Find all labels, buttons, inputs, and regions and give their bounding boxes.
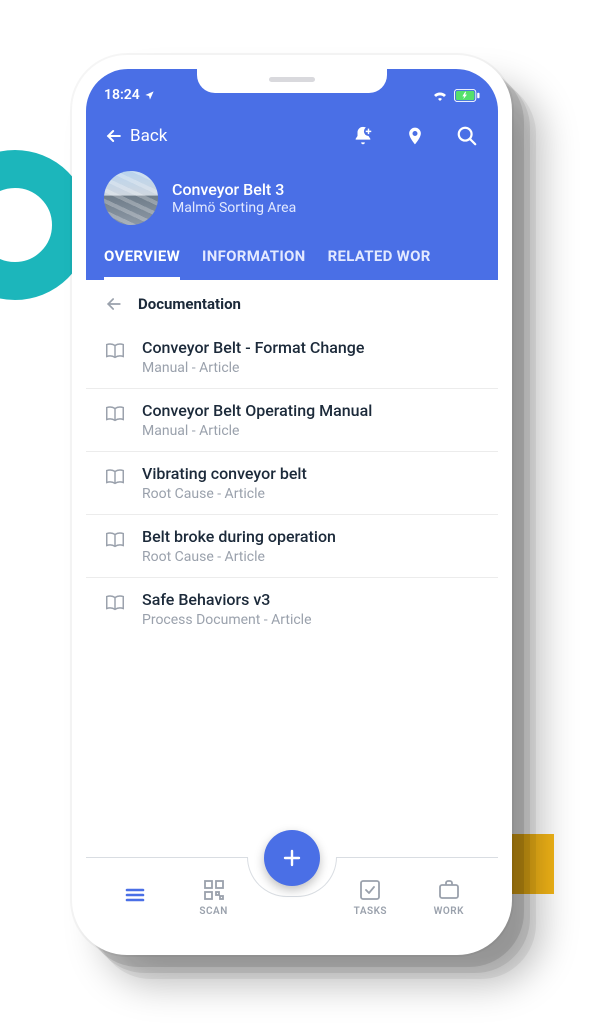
item-title: Belt broke during operation (142, 527, 336, 546)
location-arrow-icon (144, 90, 155, 101)
list-item[interactable]: Belt broke during operation Root Cause -… (86, 515, 498, 578)
app-header: 18:24 (86, 69, 498, 280)
tab-bar: OVERVIEW INFORMATION RELATED WOR (104, 247, 480, 280)
item-title: Conveyor Belt Operating Manual (142, 401, 372, 420)
status-time: 18:24 (104, 87, 140, 103)
nav-work-button[interactable]: WORK (419, 877, 479, 917)
phone-frame: 18:24 (72, 55, 512, 955)
qr-scan-icon (201, 877, 227, 903)
list-item[interactable]: Vibrating conveyor belt Root Cause - Art… (86, 452, 498, 515)
item-subtitle: Manual - Article (142, 423, 372, 439)
location-pin-icon (405, 124, 425, 148)
arrow-left-icon (104, 294, 124, 314)
content-area: Documentation Conveyor Belt - Format Cha… (86, 280, 498, 857)
item-subtitle: Manual - Article (142, 360, 364, 376)
item-title: Safe Behaviors v3 (142, 590, 312, 609)
item-title: Vibrating conveyor belt (142, 464, 307, 483)
phone-notch (197, 69, 387, 93)
nav-label: SCAN (199, 906, 227, 917)
tasks-check-icon (357, 877, 383, 903)
location-button[interactable] (402, 123, 428, 149)
battery-icon (454, 89, 480, 102)
nav-label: TASKS (354, 906, 387, 917)
asset-header[interactable]: Conveyor Belt 3 Malmö Sorting Area (104, 171, 480, 225)
book-icon (104, 403, 126, 425)
bottom-nav: SCAN TASKS WORK (86, 857, 498, 941)
list-item[interactable]: Conveyor Belt Operating Manual Manual - … (86, 389, 498, 452)
search-button[interactable] (454, 123, 480, 149)
tab-related-work[interactable]: RELATED WOR (328, 247, 431, 280)
book-icon (104, 466, 126, 488)
tab-overview[interactable]: OVERVIEW (104, 247, 180, 280)
bell-plus-icon (352, 125, 374, 147)
list-item[interactable]: Conveyor Belt - Format Change Manual - A… (86, 326, 498, 389)
screen: 18:24 (86, 69, 498, 941)
notifications-button[interactable] (350, 123, 376, 149)
section-title: Documentation (138, 295, 241, 313)
plus-icon (280, 846, 304, 870)
hamburger-icon (122, 882, 148, 908)
search-icon (456, 125, 478, 147)
item-subtitle: Root Cause - Article (142, 486, 307, 502)
book-icon (104, 592, 126, 614)
asset-title: Conveyor Belt 3 (172, 180, 296, 199)
nav-menu-button[interactable] (105, 882, 165, 911)
section-back-button[interactable] (104, 294, 124, 314)
briefcase-icon (436, 877, 462, 903)
book-icon (104, 529, 126, 551)
document-list: Conveyor Belt - Format Change Manual - A… (86, 326, 498, 640)
nav-scan-button[interactable]: SCAN (184, 877, 244, 917)
asset-subtitle: Malmö Sorting Area (172, 200, 296, 216)
tab-information[interactable]: INFORMATION (202, 247, 306, 280)
nav-label: WORK (434, 906, 464, 917)
list-item[interactable]: Safe Behaviors v3 Process Document - Art… (86, 578, 498, 640)
item-subtitle: Process Document - Article (142, 612, 312, 628)
nav-tasks-button[interactable]: TASKS (340, 877, 400, 917)
wifi-icon (432, 89, 448, 101)
back-button[interactable]: Back (104, 126, 167, 146)
item-title: Conveyor Belt - Format Change (142, 338, 364, 357)
item-subtitle: Root Cause - Article (142, 549, 336, 565)
back-label: Back (130, 126, 167, 146)
fab-add-button[interactable] (264, 830, 320, 886)
book-icon (104, 340, 126, 362)
back-arrow-icon (104, 126, 124, 146)
asset-thumbnail (104, 171, 158, 225)
